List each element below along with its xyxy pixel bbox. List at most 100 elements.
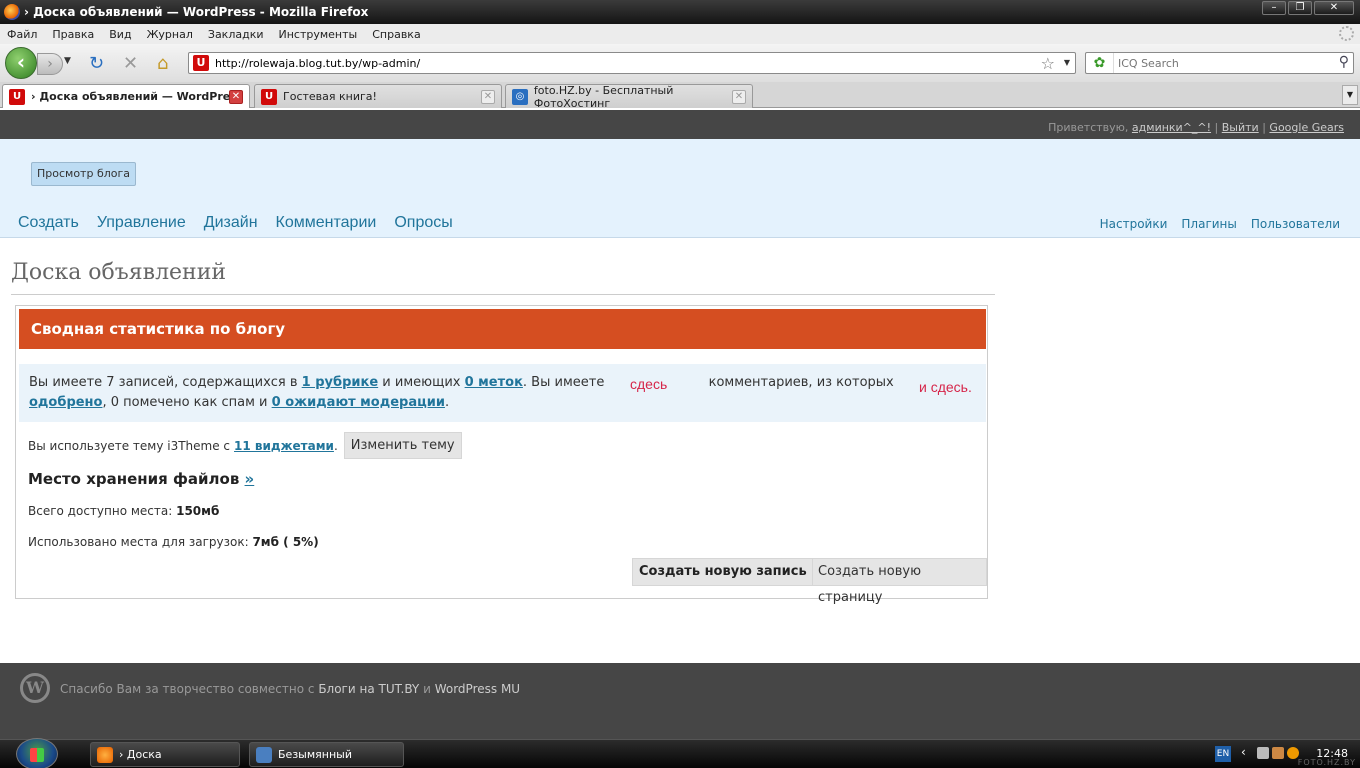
- greeting-text: Приветствую,: [1048, 121, 1129, 134]
- stats-text: .: [444, 395, 450, 410]
- menu-tools[interactable]: Инструменты: [279, 28, 358, 41]
- menu-design[interactable]: Дизайн: [204, 214, 258, 232]
- forward-button[interactable]: ›: [37, 53, 63, 75]
- categories-link[interactable]: 1 рубрике: [302, 375, 378, 390]
- task-label: › Доска объявлений...: [119, 748, 162, 761]
- wordpress-mu-link[interactable]: WordPress MU: [435, 682, 520, 696]
- tab-dashboard[interactable]: U › Доска объявлений — WordPress ✕: [2, 84, 250, 108]
- google-gears-link[interactable]: Google Gears: [1269, 121, 1344, 134]
- dashboard-heading: Сводная статистика по блогу: [19, 309, 986, 349]
- widgets-link[interactable]: 11 виджетами: [234, 439, 334, 453]
- tab-close-icon[interactable]: ✕: [229, 90, 243, 104]
- page-title: Доска объявлений: [11, 260, 227, 285]
- new-post-button[interactable]: Создать новую запись: [632, 558, 814, 586]
- start-button[interactable]: [16, 738, 58, 768]
- menu-history[interactable]: Журнал: [147, 28, 193, 41]
- menu-settings[interactable]: Настройки: [1100, 217, 1168, 231]
- menu-view[interactable]: Вид: [109, 28, 131, 41]
- search-input[interactable]: [1118, 56, 1328, 70]
- secondary-menu: Настройки Плагины Пользователи: [1100, 217, 1340, 231]
- logout-link[interactable]: Выйти: [1222, 121, 1259, 134]
- storage-value: 7мб ( 5%): [252, 535, 319, 549]
- tab-label: › Доска объявлений — WordPress: [31, 90, 244, 103]
- footer-thanks: Спасибо Вам за творчество совместно с: [60, 682, 315, 696]
- main-menu: Создать Управление Дизайн Комментарии Оп…: [18, 214, 453, 232]
- close-window-button[interactable]: ✕: [1314, 1, 1354, 15]
- stats-text: и имеющих: [382, 375, 461, 390]
- stop-icon[interactable]: ✕: [123, 55, 138, 73]
- windows-taskbar: › Доска объявлений... Безымянный (100%).…: [0, 738, 1360, 768]
- tab-favicon-icon: ◎: [512, 88, 528, 105]
- tab-fotohz[interactable]: ◎ foto.HZ.by - Бесплатный ФотоХостинг ✕: [505, 84, 753, 110]
- profile-link[interactable]: админки^_^!: [1132, 121, 1211, 134]
- taskbar-paint[interactable]: Безымянный (100%)...: [249, 742, 404, 767]
- tab-label: Гостевая книга!: [283, 90, 377, 103]
- menu-comments[interactable]: Комментарии: [276, 214, 377, 232]
- wp-footer: W Спасибо Вам за творчество совместно с …: [0, 663, 1360, 739]
- maximize-button[interactable]: ❐: [1288, 1, 1312, 15]
- menu-write[interactable]: Создать: [18, 214, 79, 232]
- firefox-logo-icon: [4, 4, 20, 20]
- back-button[interactable]: ‹: [5, 47, 37, 79]
- new-page-button[interactable]: Создать новую страницу: [812, 558, 987, 605]
- menu-file[interactable]: Файл: [7, 28, 37, 41]
- system-tray: EN ‹ 12:48 FOTO.HZ.BY: [1215, 740, 1360, 768]
- tags-link[interactable]: 0 меток: [465, 375, 523, 390]
- menu-bookmarks[interactable]: Закладки: [208, 28, 264, 41]
- menu-help[interactable]: Справка: [372, 28, 420, 41]
- site-favicon-icon: U: [193, 55, 209, 71]
- tutby-blogs-link[interactable]: Блоги на TUT.BY: [318, 682, 419, 696]
- stats-text: Вы имеете 7 записей, содержащихся в: [29, 375, 298, 390]
- show-hidden-icons-icon[interactable]: ‹: [1241, 745, 1246, 759]
- storage-value: 150мб: [176, 504, 220, 518]
- tab-close-icon[interactable]: ✕: [481, 90, 495, 104]
- search-icon[interactable]: ⚲: [1339, 54, 1349, 70]
- task-label: Безымянный (100%)...: [278, 748, 352, 761]
- language-indicator[interactable]: EN: [1215, 746, 1231, 762]
- network-icon[interactable]: [1257, 747, 1269, 759]
- url-bar[interactable]: U ☆ ▼: [188, 52, 1076, 74]
- storage-label: Всего доступно места:: [28, 504, 173, 518]
- menu-polls[interactable]: Опросы: [394, 214, 452, 232]
- theme-text: Вы используете тему i3Theme с: [28, 438, 231, 453]
- view-blog-button[interactable]: Просмотр блога: [31, 162, 137, 186]
- stats-text: комментариев, из которых: [708, 375, 894, 390]
- paint-icon: [256, 747, 272, 763]
- stats-text: , 0 помечено как спам и: [102, 395, 268, 410]
- storage-more-link[interactable]: »: [245, 470, 255, 488]
- storage-label: Использовано места для загрузок:: [28, 535, 249, 549]
- list-all-tabs-icon[interactable]: ▼: [1342, 85, 1358, 105]
- separator: |: [1214, 121, 1219, 134]
- search-bar[interactable]: ✿ ⚲: [1085, 52, 1354, 74]
- tab-guestbook[interactable]: U Гостевая книга! ✕: [254, 84, 502, 108]
- tab-bar: U › Доска объявлений — WordPress ✕ U Гос…: [0, 82, 1360, 110]
- menu-plugins[interactable]: Плагины: [1181, 217, 1236, 231]
- storage-available: Всего доступно места: 150мб: [28, 504, 219, 518]
- moderation-link[interactable]: 0 ожидают модерации: [272, 395, 445, 410]
- approved-link[interactable]: одобрено: [29, 395, 102, 410]
- change-theme-button[interactable]: Изменить тему: [343, 432, 462, 459]
- storage-title: Место хранения файлов: [28, 470, 240, 488]
- theme-text: .: [333, 438, 338, 453]
- window-titlebar: › Доска объявлений — WordPress - Mozilla…: [0, 0, 1360, 24]
- tab-close-icon[interactable]: ✕: [732, 90, 746, 104]
- menu-bar: Файл Правка Вид Журнал Закладки Инструме…: [0, 24, 1360, 44]
- icq-engine-icon[interactable]: ✿: [1086, 53, 1114, 73]
- home-icon[interactable]: ⌂: [157, 55, 168, 73]
- security-icon[interactable]: [1272, 747, 1284, 759]
- menu-manage[interactable]: Управление: [97, 214, 186, 232]
- reload-icon[interactable]: ↻: [89, 55, 104, 73]
- menu-edit[interactable]: Правка: [52, 28, 94, 41]
- minimize-button[interactable]: –: [1262, 1, 1286, 15]
- footer-and: и: [423, 682, 431, 696]
- url-input[interactable]: [215, 56, 1015, 70]
- url-dropdown-icon[interactable]: ▼: [1064, 58, 1070, 67]
- tray-icons: [1257, 747, 1299, 759]
- tab-favicon-icon: U: [261, 88, 277, 105]
- taskbar-firefox[interactable]: › Доска объявлений...: [90, 742, 240, 767]
- firefox-icon: [97, 747, 113, 763]
- menu-users[interactable]: Пользователи: [1251, 217, 1340, 231]
- wp-user-bar: Приветствую, админки^_^! | Выйти | Googl…: [0, 110, 1360, 139]
- history-dropdown-icon[interactable]: ▼: [64, 56, 71, 66]
- bookmark-star-icon[interactable]: ☆: [1041, 54, 1055, 73]
